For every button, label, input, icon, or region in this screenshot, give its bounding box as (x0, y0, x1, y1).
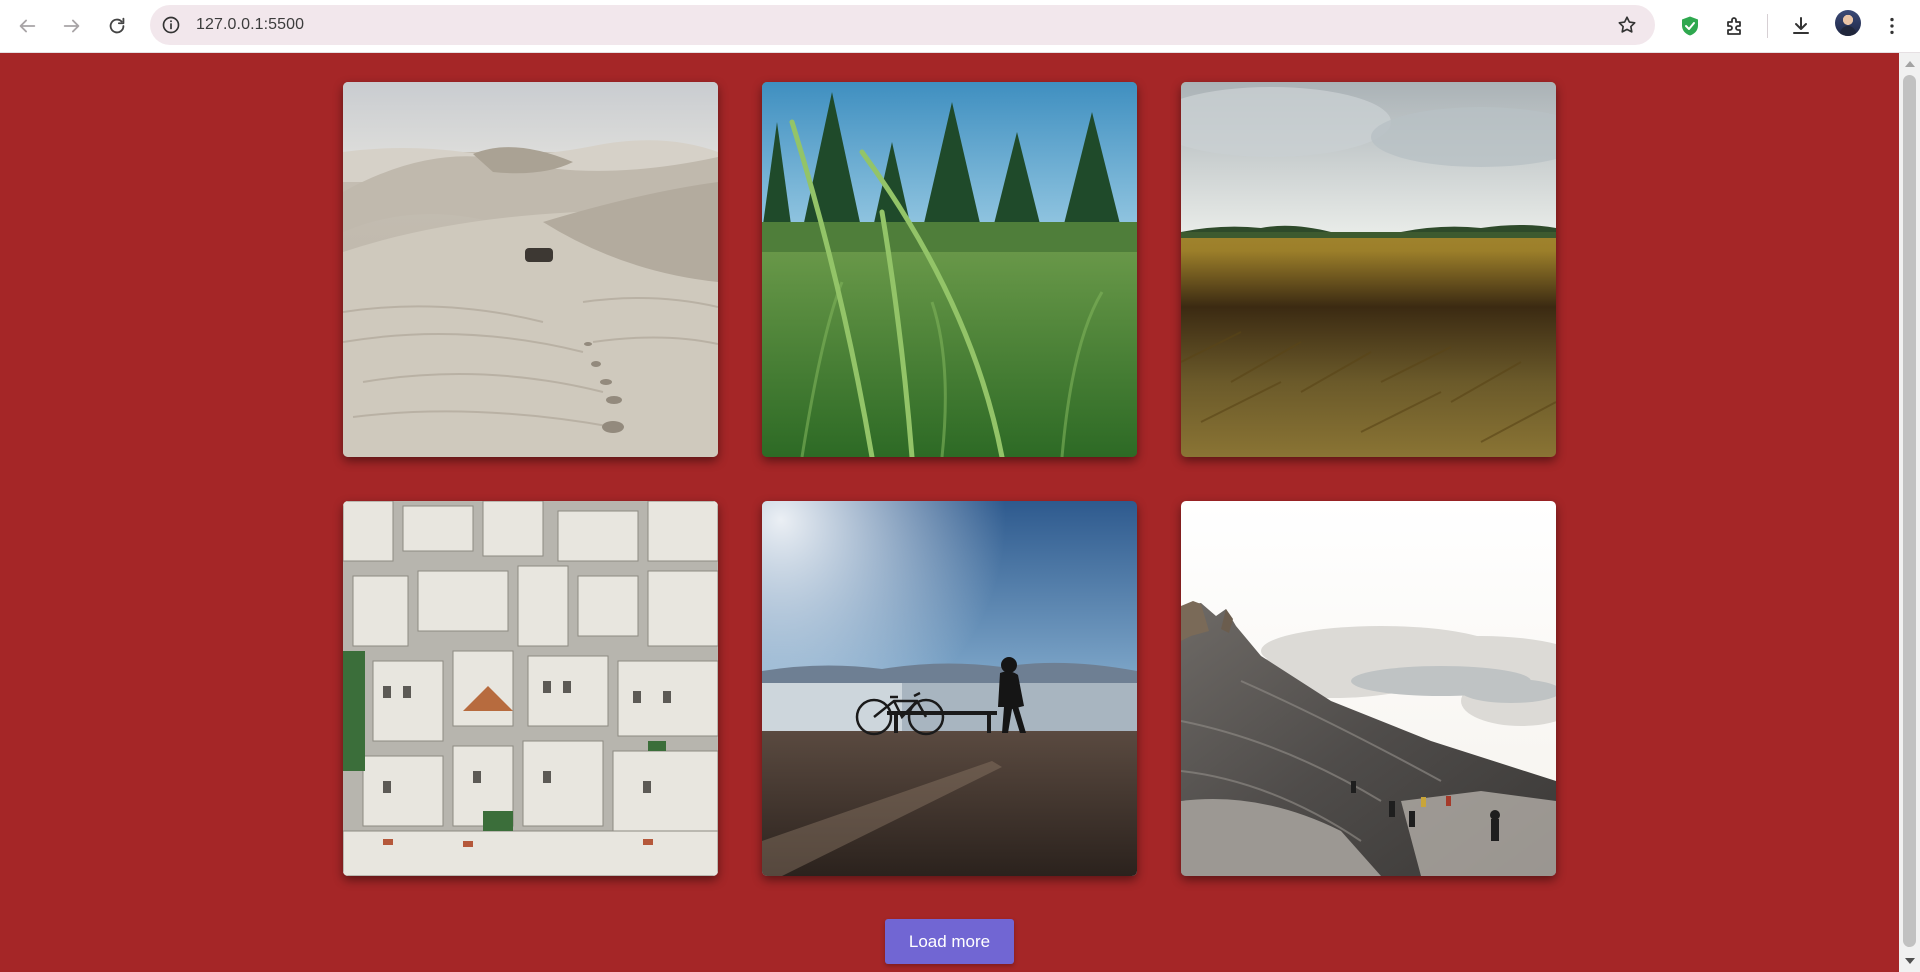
photo-bicycle-by-bay[interactable] (762, 501, 1137, 876)
page-scrollbar[interactable] (1899, 53, 1920, 972)
shield-extension-icon[interactable] (1672, 8, 1708, 44)
scroll-thumb[interactable] (1903, 75, 1916, 947)
toolbar-divider (1767, 14, 1768, 38)
photo-city-rooftops[interactable] (343, 501, 718, 876)
browser-toolbar: 127.0.0.1:5500 (0, 0, 1920, 53)
photo-wheat-field[interactable] (1181, 82, 1556, 457)
photo-gallery (343, 82, 1556, 876)
forward-arrow-icon[interactable] (54, 8, 90, 44)
url-text[interactable]: 127.0.0.1:5500 (196, 16, 304, 34)
extensions-puzzle-icon[interactable] (1717, 8, 1753, 44)
page-content: Load more (0, 53, 1899, 972)
address-bar[interactable]: 127.0.0.1:5500 (150, 5, 1655, 45)
load-more-button[interactable]: Load more (885, 919, 1014, 964)
download-icon[interactable] (1783, 8, 1819, 44)
photo-desert-dunes[interactable] (343, 82, 718, 457)
bookmark-star-icon[interactable] (1615, 13, 1639, 37)
site-info-icon[interactable] (160, 14, 182, 36)
reload-icon[interactable] (99, 8, 135, 44)
scroll-down-arrow-icon[interactable] (1905, 958, 1915, 964)
more-menu-icon[interactable] (1874, 8, 1910, 44)
back-arrow-icon[interactable] (9, 8, 45, 44)
profile-avatar[interactable] (1835, 10, 1861, 36)
scroll-up-arrow-icon[interactable] (1905, 61, 1915, 67)
photo-mountain-above-clouds[interactable] (1181, 501, 1556, 876)
photo-grass-closeup[interactable] (762, 82, 1137, 457)
